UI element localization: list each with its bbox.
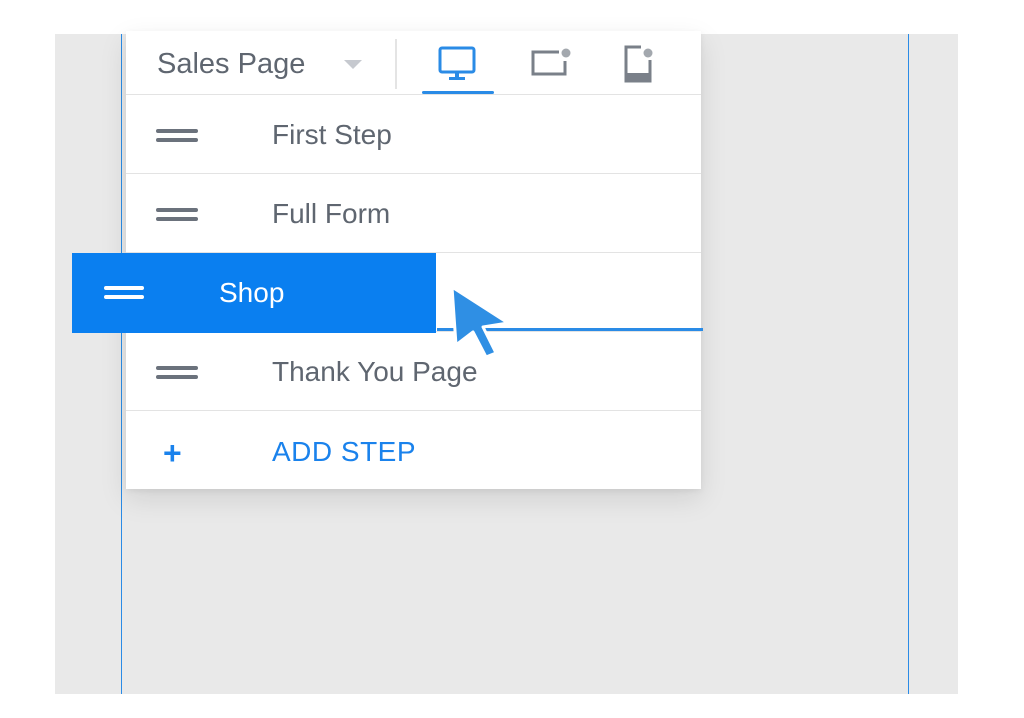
panel-header: Sales Page: [126, 31, 701, 95]
step-label: Full Form: [272, 198, 391, 229]
device-desktop-button[interactable]: [422, 31, 494, 95]
plus-icon: +: [163, 435, 182, 471]
header-divider: [395, 39, 397, 89]
device-mobile-button[interactable]: [600, 31, 672, 95]
add-step-button[interactable]: + ADD STEP: [126, 412, 701, 489]
desktop-icon: [438, 46, 476, 80]
drag-handle-icon[interactable]: [156, 208, 198, 222]
mouse-pointer-icon: [450, 285, 510, 359]
tablet-icon: [531, 48, 571, 76]
device-tablet-button[interactable]: [516, 31, 588, 95]
drag-handle-icon[interactable]: [104, 286, 144, 300]
dragging-step-label: Shop: [219, 277, 285, 308]
caret-down-icon: [344, 60, 362, 69]
canvas-guide-left: [121, 34, 122, 694]
step-label: Thank You Page: [272, 356, 478, 387]
page-select-label: Sales Page: [157, 48, 306, 80]
step-row-full-form[interactable]: Full Form: [126, 174, 701, 253]
add-step-label: ADD STEP: [272, 436, 417, 467]
step-row-thank-you-page[interactable]: Thank You Page: [126, 332, 701, 411]
canvas-guide-right: [908, 34, 909, 694]
active-device-indicator: [422, 91, 494, 94]
mobile-icon: [624, 45, 653, 83]
step-label: First Step: [272, 119, 392, 150]
drag-handle-icon[interactable]: [156, 129, 198, 143]
step-row-first-step[interactable]: First Step: [126, 95, 701, 174]
drag-handle-icon[interactable]: [156, 366, 198, 380]
dragging-step-shop[interactable]: Shop: [72, 253, 436, 333]
page-select-dropdown[interactable]: Sales Page: [126, 31, 394, 95]
